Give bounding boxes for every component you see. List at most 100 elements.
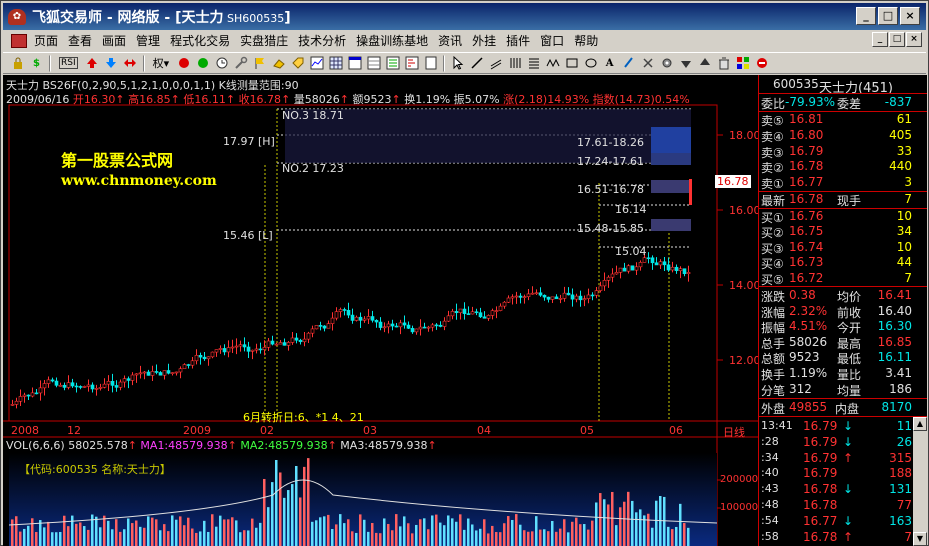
menu-info[interactable]: 资讯 [433, 32, 467, 49]
arrow-up-icon[interactable] [84, 55, 101, 72]
clock-icon[interactable] [213, 55, 230, 72]
candle-body [338, 309, 343, 312]
volume-bar [43, 527, 46, 546]
vol-ma2: MA2:48579.938 [240, 439, 328, 452]
document-icon[interactable] [11, 33, 27, 48]
sell-row[interactable]: 卖⑤ 16.81 61 [759, 112, 927, 128]
stop-icon[interactable] [753, 55, 770, 72]
arrow-lr-icon[interactable] [122, 55, 139, 72]
settings-tool-icon[interactable] [658, 55, 675, 72]
scroll-up-icon[interactable]: ▲ [913, 417, 927, 431]
vertical-lines-icon[interactable] [506, 55, 523, 72]
chg-value: (2.18) [514, 93, 548, 106]
candle-body [166, 370, 171, 374]
dollar-button[interactable]: $ [28, 55, 45, 72]
menu-live-hunt[interactable]: 实盘猎庄 [235, 32, 293, 49]
minimize-button[interactable]: _ [856, 7, 876, 25]
menu-help[interactable]: 帮助 [569, 32, 603, 49]
child-close-button[interactable]: × [906, 32, 922, 47]
child-restore-button[interactable]: □ [889, 32, 905, 47]
wave-tool-icon[interactable] [544, 55, 561, 72]
candle-body [22, 394, 27, 397]
arrow-down-icon[interactable] [103, 55, 120, 72]
child-minimize-button[interactable]: _ [872, 32, 888, 47]
circle-green-icon[interactable] [194, 55, 211, 72]
rsi-button[interactable]: RSI [55, 55, 82, 72]
stat-row: 分笔 312 均量 186 [759, 382, 927, 398]
sell-row[interactable]: 卖② 16.78 440 [759, 159, 927, 175]
trash-icon[interactable] [715, 55, 732, 72]
menu-page[interactable]: 页面 [29, 32, 63, 49]
menu-plugins-ext[interactable]: 外挂 [467, 32, 501, 49]
candle-body [626, 265, 631, 272]
rsi-label: RSI [59, 57, 78, 69]
scroll-down-icon[interactable]: ▼ [913, 532, 927, 546]
volume-bar [543, 529, 546, 546]
app-icon[interactable]: ✿ [8, 8, 26, 25]
ellipse-tool-icon[interactable] [582, 55, 599, 72]
table-icon[interactable] [365, 55, 382, 72]
menu-tech-analysis[interactable]: 技术分析 [293, 32, 351, 49]
trend-tool-icon[interactable] [487, 55, 504, 72]
menu-window[interactable]: 窗口 [535, 32, 569, 49]
circle-red-icon[interactable] [175, 55, 192, 72]
tick-direction-icon: ↓ [843, 419, 854, 433]
maximize-button[interactable]: □ [878, 7, 898, 25]
text-tool-icon[interactable]: A [601, 55, 618, 72]
sell-row[interactable]: 卖④ 16.80 405 [759, 128, 927, 144]
candle-body [366, 316, 371, 320]
buy-row[interactable]: 买③ 16.74 10 [759, 240, 927, 256]
candle-body [546, 296, 551, 300]
brush-tool-icon[interactable] [620, 55, 637, 72]
fib-lines-icon[interactable] [525, 55, 542, 72]
candle-body [642, 257, 647, 263]
period-label[interactable]: 日线 [723, 424, 745, 440]
tick-row: :34 16.79 ↑ 315 [759, 451, 914, 467]
buy-row[interactable]: 买② 16.75 34 [759, 224, 927, 240]
stat-row: 涨幅 2.32% 前收 16.40 [759, 304, 927, 320]
candle-body [510, 296, 515, 299]
flag-icon[interactable] [251, 55, 268, 72]
cursor-icon[interactable] [449, 55, 466, 72]
menu-manage[interactable]: 管理 [131, 32, 165, 49]
line-tool-icon[interactable] [468, 55, 485, 72]
menu-program-trading[interactable]: 程式化交易 [165, 32, 235, 49]
tick-scrollbar[interactable]: ▲ ▼ [913, 417, 927, 546]
amt-label: 额 [352, 93, 364, 106]
window-icon[interactable] [346, 55, 363, 72]
menu-plugins[interactable]: 插件 [501, 32, 535, 49]
grid-icon[interactable] [327, 55, 344, 72]
volume-bar [311, 521, 314, 546]
kline-chart-area[interactable]: 天士力 BS26F(0,2,90,5,1,2,1,0,0,0,1,1) K线测量… [3, 75, 758, 546]
eraser-icon[interactable] [270, 55, 287, 72]
menu-view[interactable]: 查看 [63, 32, 97, 49]
buy-row[interactable]: 买⑤ 16.72 7 [759, 271, 927, 287]
rect-tool-icon[interactable] [563, 55, 580, 72]
candle-body [610, 273, 615, 278]
list-icon[interactable] [384, 55, 401, 72]
sell-row[interactable]: 卖① 16.77 3 [759, 175, 927, 191]
grid-view-icon[interactable] [734, 55, 751, 72]
quote-icon[interactable] [403, 55, 420, 72]
buy-row[interactable]: 买① 16.76 10 [759, 209, 927, 225]
lock-icon[interactable] [9, 55, 26, 72]
zone-6-label: 15.04 [615, 245, 647, 258]
zoom-in-icon[interactable] [696, 55, 713, 72]
zoom-out-icon[interactable] [677, 55, 694, 72]
quan-dropdown[interactable]: 权 ▾ [149, 55, 174, 72]
sell-row[interactable]: 卖③ 16.79 33 [759, 144, 927, 160]
volume-bar [151, 517, 154, 546]
page-icon[interactable] [422, 55, 439, 72]
chart-icon[interactable] [308, 55, 325, 72]
candle-body [454, 311, 459, 314]
high-marker-label: 17.97 [H] [223, 135, 275, 148]
volume-bar [551, 520, 554, 546]
tag-icon[interactable] [289, 55, 306, 72]
close-button[interactable]: × [900, 7, 920, 25]
delete-tool-icon[interactable] [639, 55, 656, 72]
stat-value: 58026 [789, 334, 828, 349]
wrench-icon[interactable] [232, 55, 249, 72]
menu-training[interactable]: 操盘训练基地 [351, 32, 433, 49]
menu-canvas[interactable]: 画面 [97, 32, 131, 49]
buy-row[interactable]: 买④ 16.73 44 [759, 255, 927, 271]
